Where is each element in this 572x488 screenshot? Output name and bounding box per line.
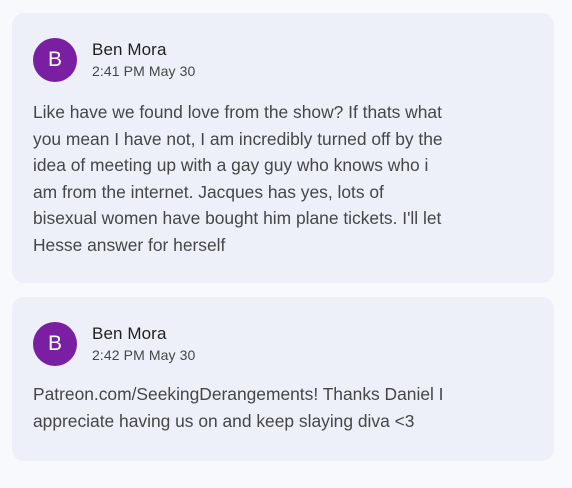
comment-author: Ben Mora <box>92 324 167 343</box>
comment-body: Patreon.com/SeekingDerangements! Thanks … <box>33 384 444 431</box>
comment-author: Ben Mora <box>92 40 167 59</box>
comment-card: B Ben Mora 2:41 PM May 30 Like have we f… <box>12 13 554 283</box>
comment-card: B Ben Mora 2:42 PM May 30 Patreon.com/Se… <box>12 297 554 461</box>
comment-body: Like have we found love from the show? I… <box>33 102 443 255</box>
comment-timestamp: 2:42 PM May 30 <box>92 347 196 363</box>
avatar: B <box>33 38 77 82</box>
comment-timestamp: 2:41 PM May 30 <box>92 63 196 79</box>
avatar: B <box>33 322 77 366</box>
